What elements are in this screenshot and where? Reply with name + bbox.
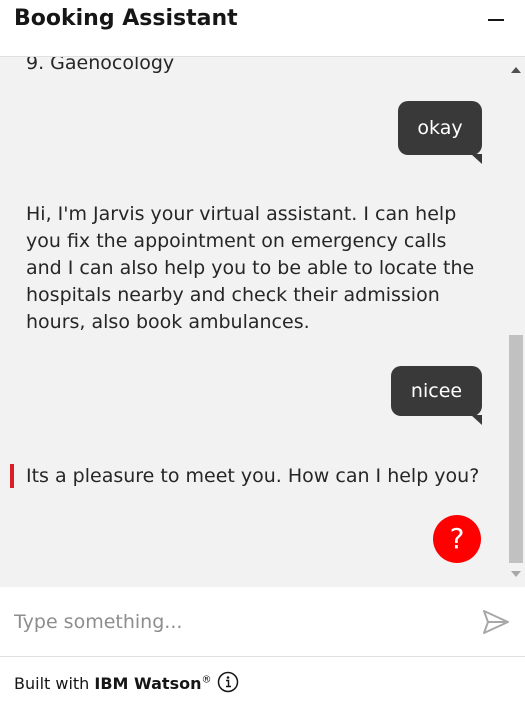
scroll-up-arrow-icon[interactable]	[511, 67, 521, 73]
chat-header: Booking Assistant	[0, 0, 525, 57]
message-input[interactable]	[14, 605, 454, 639]
assistant-message: 9. Gaenocology	[26, 57, 175, 74]
focus-indicator-bar	[10, 464, 14, 488]
minimize-icon	[488, 19, 504, 21]
scroll-down-arrow-icon[interactable]	[511, 571, 521, 577]
scroll-thumb[interactable]	[509, 335, 523, 563]
info-button[interactable]	[217, 671, 239, 693]
footer-prefix: Built with	[14, 674, 95, 693]
assistant-message: Its a pleasure to meet you. How can I he…	[26, 465, 480, 487]
info-icon	[217, 671, 239, 693]
chat-transcript[interactable]: 9. Gaenocology okay Hi, I'm Jarvis your …	[0, 57, 525, 587]
footer-credit: Built with IBM Watson®	[14, 674, 211, 693]
user-message-bubble: okay	[398, 101, 482, 164]
minimize-button[interactable]	[481, 6, 511, 36]
footer: Built with IBM Watson®	[0, 658, 525, 701]
send-icon	[483, 610, 509, 634]
assistant-message: Hi, I'm Jarvis your virtual assistant. I…	[26, 203, 475, 333]
user-message-bubble: nicee	[391, 366, 482, 425]
footer-trademark: ®	[201, 674, 212, 686]
chat-scrollbar[interactable]	[507, 57, 525, 587]
send-button[interactable]	[480, 606, 512, 638]
message-input-area	[0, 587, 525, 657]
header-title: Booking Assistant	[14, 6, 238, 31]
footer-brand: IBM Watson	[94, 674, 202, 693]
help-button[interactable]: ?	[433, 515, 481, 563]
